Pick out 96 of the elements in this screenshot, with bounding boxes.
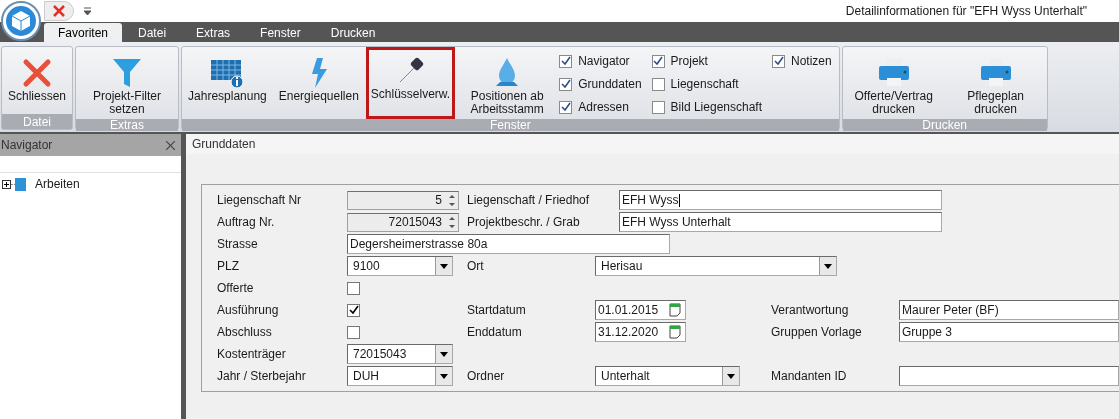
ribbon-button[interactable]: Schlüsselverw. — [365, 47, 456, 119]
field-label: Ausführung — [217, 302, 279, 319]
checkbox[interactable] — [651, 100, 665, 114]
field-label: Mandanten ID — [771, 368, 847, 385]
field-label: Auftrag Nr. — [217, 214, 275, 231]
field-label: Enddatum — [467, 324, 522, 341]
checkmark-icon — [653, 56, 664, 66]
field-label: Abschluss — [217, 324, 272, 341]
checkbox-label[interactable]: Grunddaten — [578, 75, 642, 93]
group-label: Fenster — [490, 119, 531, 131]
dropdown[interactable]: 72015043 — [347, 344, 453, 364]
number-field[interactable]: 72015043 — [347, 212, 459, 232]
field-label: Verantwortung — [771, 302, 849, 319]
checkmark-icon — [560, 79, 571, 89]
dropdown-arrow-icon — [727, 373, 735, 379]
text-field[interactable]: EFH Wyss Unterhalt — [619, 212, 942, 232]
ribbon-button[interactable]: Energiequellen — [273, 47, 364, 119]
checkmark-icon — [348, 305, 359, 315]
field-label: Ort — [467, 258, 484, 275]
ribbon-button[interactable]: Pflegeplan drucken — [945, 47, 1046, 119]
checkbox[interactable] — [651, 77, 665, 91]
window-title: Detailinformationen für "EFH Wyss Unterhalt" — [845, 3, 1087, 20]
ribbon-button[interactable]: Positionen ab Arbeitsstamm — [457, 47, 558, 119]
field-label: Ordner — [467, 368, 505, 385]
field-label: Kostenträger — [217, 346, 286, 363]
close-icon[interactable] — [166, 140, 176, 150]
folder-icon — [15, 177, 26, 191]
calendar-icon[interactable] — [669, 325, 681, 339]
ribbon-tab[interactable]: Drucken — [316, 23, 390, 42]
ribbon-tab[interactable]: Datei — [124, 23, 181, 42]
funnel-icon — [112, 57, 143, 89]
dropdown-arrow-icon — [440, 351, 448, 357]
field-label: PLZ — [217, 258, 239, 275]
text-field[interactable]: Degersheimerstrasse 80a — [347, 234, 670, 254]
navigator-title: Navigator — [1, 137, 53, 154]
checkbox-label[interactable]: Liegenschaft — [670, 75, 739, 93]
ribbon-button[interactable]: Offerte/Vertrag drucken — [843, 47, 944, 119]
dropdown-arrow-icon — [440, 373, 448, 379]
calendar-grid-icon — [210, 58, 245, 88]
ribbon-tab[interactable]: Extras — [182, 23, 245, 42]
checkbox[interactable] — [347, 281, 360, 295]
group-label: Drucken — [922, 119, 968, 131]
field-label: Gruppen Vorlage — [771, 324, 862, 341]
checkbox-label[interactable]: Adressen — [578, 98, 629, 116]
quick-close-button[interactable] — [44, 1, 74, 21]
checkbox-label[interactable]: Notizen — [791, 52, 832, 70]
text-cursor — [678, 193, 680, 207]
checkmark-icon — [773, 56, 784, 66]
close-icon — [22, 58, 52, 88]
printer-icon — [979, 58, 1012, 88]
checkbox[interactable] — [651, 54, 665, 68]
customize-arrow-icon[interactable] — [84, 7, 91, 15]
field-label: Offerte — [217, 280, 254, 297]
checkbox[interactable] — [772, 54, 785, 68]
text-field[interactable] — [899, 366, 1119, 386]
dropdown[interactable]: Herisau — [595, 256, 837, 276]
checkbox-label[interactable]: Bild Liegenschaft — [670, 98, 762, 116]
checkbox-label[interactable]: Projekt — [670, 52, 708, 70]
ribbon-button[interactable]: Schliessen — [3, 47, 72, 114]
checkbox[interactable] — [347, 325, 360, 339]
dropdown[interactable]: 9100 — [347, 256, 453, 276]
field-label: Jahr / Sterbejahr — [217, 368, 306, 385]
field-label: Strasse — [217, 236, 258, 253]
field-label: Liegenschaft Nr — [217, 192, 302, 209]
ribbon-button[interactable]: Jahresplanung — [183, 47, 272, 119]
date-field[interactable]: 31.12.2020 — [595, 322, 686, 342]
field-label: Projektbeschr. / Grab — [467, 214, 580, 231]
ribbon-tab[interactable]: Favoriten — [44, 23, 123, 42]
checkmark-icon — [560, 102, 571, 112]
tree-item[interactable]: Arbeiten — [0, 173, 182, 195]
dropdown-arrow-icon — [824, 263, 832, 269]
expand-icon[interactable] — [2, 179, 11, 189]
checkbox[interactable] — [559, 54, 573, 68]
text-field[interactable]: EFH Wyss — [619, 190, 942, 210]
dropdown[interactable]: Unterhalt — [595, 366, 740, 386]
ribbon-tab[interactable]: Fenster — [246, 23, 315, 42]
text-field[interactable]: Gruppe 3 — [899, 322, 1119, 342]
field-label: Startdatum — [467, 302, 526, 319]
ribbon-button[interactable]: Projekt-Filter setzen — [77, 47, 178, 119]
date-field[interactable]: 01.01.2015 — [595, 300, 686, 320]
calendar-icon[interactable] — [669, 303, 681, 317]
text-field[interactable]: Maurer Peter (BF) — [899, 300, 1119, 320]
number-field[interactable]: 5 — [347, 190, 459, 210]
checkbox[interactable] — [347, 303, 360, 317]
checkbox[interactable] — [559, 100, 573, 114]
panel-title: Grunddaten — [192, 136, 256, 153]
checkmark-icon — [560, 56, 571, 66]
dropdown-arrow-icon — [440, 263, 448, 269]
field-label: Liegenschaft / Friedhof — [467, 192, 590, 209]
group-label: Extras — [110, 119, 145, 131]
group-label: Datei — [23, 115, 51, 128]
checkbox-label[interactable]: Navigator — [578, 52, 630, 70]
dropdown[interactable]: DUH — [347, 366, 453, 386]
close-icon — [53, 5, 65, 17]
checkbox[interactable] — [559, 77, 573, 91]
printer-icon — [877, 58, 910, 88]
